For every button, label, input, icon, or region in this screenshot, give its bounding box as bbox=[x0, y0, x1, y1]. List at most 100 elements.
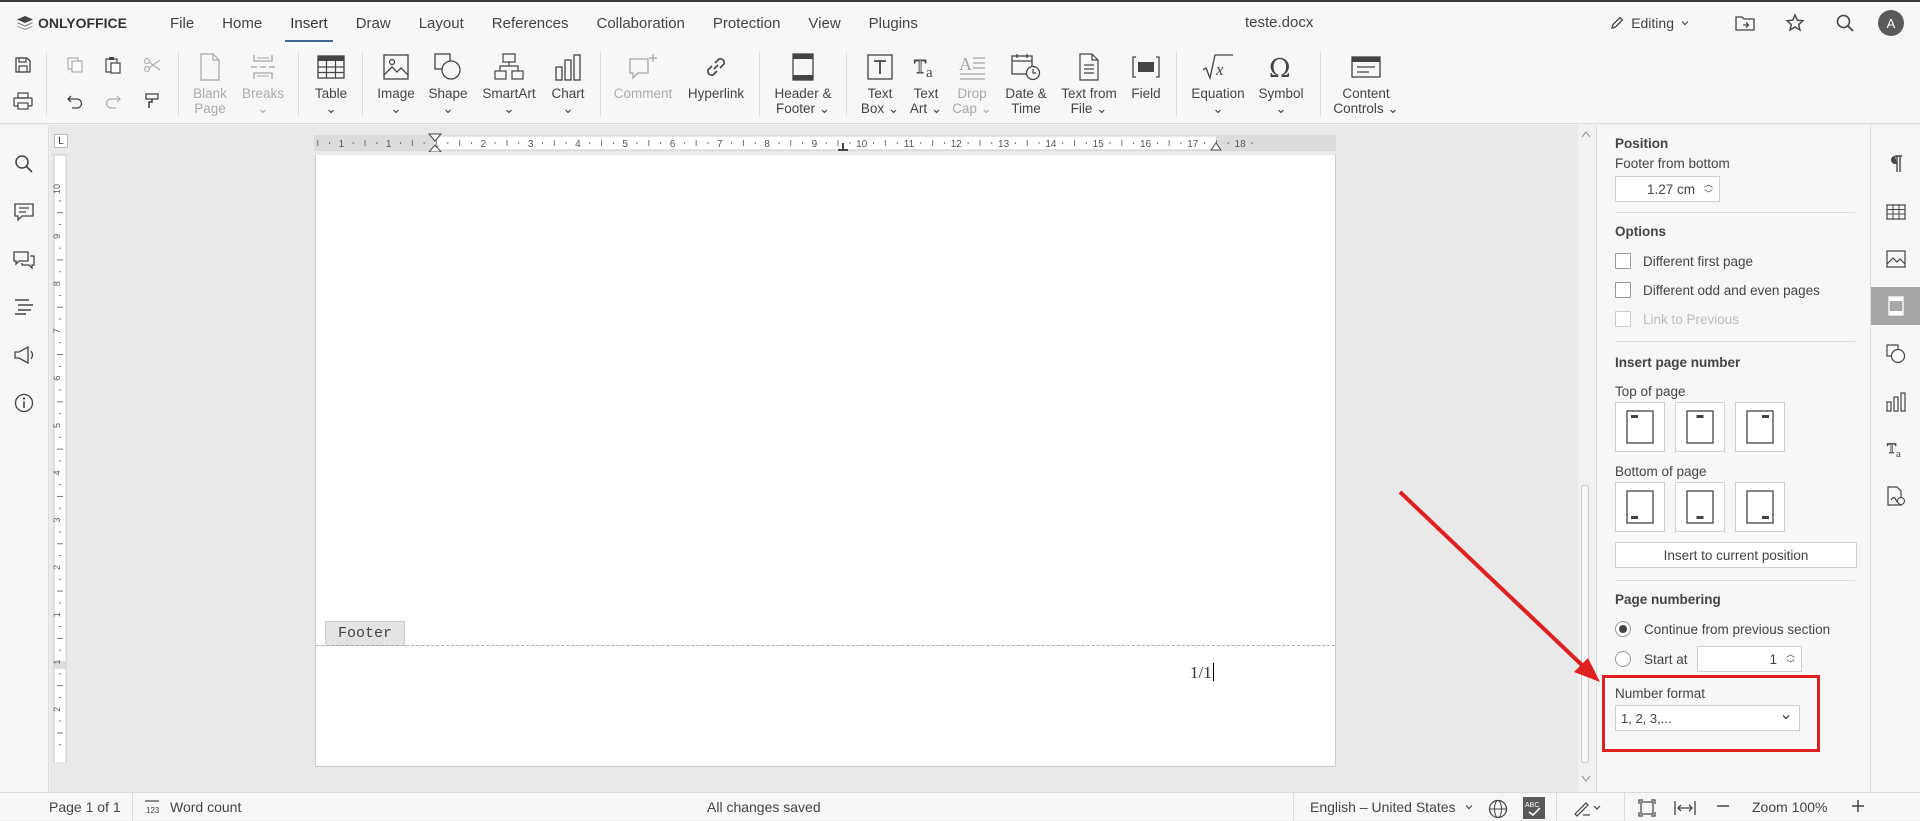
link-to-previous-checkbox[interactable]: Link to Previous bbox=[1615, 311, 1739, 327]
format-painter-icon[interactable] bbox=[137, 86, 167, 116]
hyperlink-button[interactable]: Hyperlink bbox=[685, 50, 747, 101]
top-left-page-number-button[interactable] bbox=[1615, 402, 1665, 452]
redo-icon[interactable] bbox=[98, 86, 128, 116]
zoom-out-icon[interactable] bbox=[1716, 799, 1730, 813]
menu-tab-file[interactable]: File bbox=[156, 2, 208, 44]
header-footer-settings-icon[interactable] bbox=[1871, 287, 1920, 325]
signature-settings-icon[interactable] bbox=[1871, 477, 1920, 515]
shape-button[interactable]: Shape ⌄ bbox=[427, 50, 469, 116]
paragraph-settings-icon[interactable] bbox=[1871, 145, 1920, 183]
favorite-star-icon[interactable] bbox=[1785, 13, 1805, 33]
user-avatar[interactable]: A bbox=[1878, 10, 1904, 36]
content-controls-label: Content bbox=[1342, 86, 1390, 101]
word-count-button[interactable]: 123 Word count bbox=[144, 799, 241, 815]
field-button[interactable]: Field bbox=[1126, 50, 1166, 101]
menu-tab-insert[interactable]: Insert bbox=[276, 2, 342, 44]
menu-tab-view[interactable]: View bbox=[794, 2, 854, 44]
chart-settings-icon[interactable] bbox=[1871, 383, 1920, 421]
table-button[interactable]: Table ⌄ bbox=[310, 50, 352, 116]
page-indicator[interactable]: Page 1 of 1 bbox=[49, 799, 121, 815]
menu-tab-draw[interactable]: Draw bbox=[342, 2, 405, 44]
footer-page-number[interactable]: 1/1 bbox=[1190, 663, 1214, 683]
save-icon[interactable] bbox=[8, 50, 38, 80]
ruler-number: 18 bbox=[1235, 139, 1247, 150]
footer-from-bottom-input[interactable]: 1.27 cm ︿ ﹀ bbox=[1615, 176, 1720, 202]
checkbox-box[interactable] bbox=[1615, 253, 1631, 269]
different-first-page-checkbox[interactable]: Different first page bbox=[1615, 253, 1753, 269]
bottom-right-page-number-button[interactable] bbox=[1735, 482, 1785, 532]
document-page[interactable]: Footer 1/1 bbox=[315, 155, 1336, 767]
comment-button[interactable]: Comment bbox=[612, 50, 674, 101]
scroll-up-arrow-icon[interactable] bbox=[1581, 130, 1591, 138]
navigation-headings-icon[interactable] bbox=[12, 295, 36, 319]
text-box-button[interactable]: Text Box ⌄ bbox=[858, 50, 902, 116]
paste-icon[interactable] bbox=[98, 50, 128, 80]
zoom-level[interactable]: Zoom 100% bbox=[1752, 799, 1827, 815]
radio-circle[interactable] bbox=[1615, 621, 1631, 637]
drop-cap-button[interactable]: A Drop Cap ⌄ bbox=[950, 50, 994, 116]
blank-page-button[interactable]: Blank Page bbox=[190, 50, 230, 116]
feedback-megaphone-icon[interactable] bbox=[12, 343, 36, 367]
search-icon[interactable] bbox=[1835, 13, 1855, 33]
equation-button[interactable]: x Equation ⌄ bbox=[1188, 50, 1248, 116]
fit-to-page-icon[interactable] bbox=[1638, 799, 1656, 817]
shape-settings-icon[interactable] bbox=[1871, 335, 1920, 373]
menu-tab-collaboration[interactable]: Collaboration bbox=[582, 2, 698, 44]
language-selector[interactable]: English – United States bbox=[1310, 799, 1474, 815]
fit-to-width-icon[interactable] bbox=[1674, 799, 1696, 817]
vertical-ruler[interactable]: 10 9 8 7 6 5 4 3 2 1 1 2 bbox=[52, 133, 68, 763]
continue-from-previous-radio[interactable]: Continue from previous section bbox=[1615, 621, 1830, 637]
start-at-radio[interactable]: Start at bbox=[1615, 651, 1688, 667]
content-controls-button[interactable]: Content Controls ⌄ bbox=[1332, 50, 1400, 116]
cut-icon[interactable] bbox=[137, 50, 167, 80]
print-icon[interactable] bbox=[8, 86, 38, 116]
menu-tab-protection[interactable]: Protection bbox=[699, 2, 795, 44]
menu-tab-references[interactable]: References bbox=[478, 2, 583, 44]
track-changes-icon[interactable] bbox=[1573, 799, 1601, 817]
menu-tab-home[interactable]: Home bbox=[208, 2, 276, 44]
scroll-down-arrow-icon[interactable] bbox=[1581, 775, 1591, 783]
checkbox-box[interactable] bbox=[1615, 282, 1631, 298]
chat-icon[interactable] bbox=[12, 248, 36, 272]
page-bottom-left-icon bbox=[1626, 490, 1654, 524]
horizontal-ruler[interactable]: 211123456789101112131415161718 bbox=[314, 132, 1336, 152]
header-footer-button[interactable]: Header & Footer ⌄ bbox=[771, 50, 835, 116]
text-art-button[interactable]: Ta Text Art ⌄ bbox=[908, 50, 944, 116]
table-settings-icon[interactable] bbox=[1871, 193, 1920, 231]
zoom-in-icon[interactable] bbox=[1851, 799, 1865, 813]
date-time-button[interactable]: Date & Time bbox=[1001, 50, 1051, 116]
top-right-page-number-button[interactable] bbox=[1735, 402, 1785, 452]
vertical-scrollbar[interactable] bbox=[1578, 125, 1594, 792]
text-art-settings-icon[interactable]: Ta bbox=[1871, 430, 1920, 468]
checkbox-box[interactable] bbox=[1615, 311, 1631, 327]
comments-icon[interactable] bbox=[12, 200, 36, 224]
radio-circle[interactable] bbox=[1615, 651, 1631, 667]
table-label: Table bbox=[314, 86, 348, 101]
smartart-button[interactable]: SmartArt ⌄ bbox=[479, 50, 539, 116]
start-at-input[interactable]: 1 ︿ ﹀ bbox=[1697, 646, 1802, 672]
search-icon[interactable] bbox=[12, 152, 36, 176]
open-file-location-icon[interactable] bbox=[1735, 13, 1755, 33]
doc-language-globe-icon[interactable] bbox=[1488, 799, 1508, 819]
spell-check-icon[interactable]: ABC bbox=[1523, 797, 1545, 819]
different-odd-even-checkbox[interactable]: Different odd and even pages bbox=[1615, 282, 1820, 298]
text-from-file-button[interactable]: Text from File ⌄ bbox=[1058, 50, 1120, 116]
image-settings-icon[interactable] bbox=[1871, 240, 1920, 278]
about-info-icon[interactable] bbox=[12, 391, 36, 415]
bottom-center-page-number-button[interactable] bbox=[1675, 482, 1725, 532]
chart-button[interactable]: Chart ⌄ bbox=[548, 50, 588, 116]
bottom-left-page-number-button[interactable] bbox=[1615, 482, 1665, 532]
breaks-button[interactable]: Breaks ⌄ bbox=[241, 50, 285, 116]
image-button[interactable]: Image ⌄ bbox=[375, 50, 417, 116]
scrollbar-thumb[interactable] bbox=[1581, 485, 1589, 763]
symbol-button[interactable]: Ω Symbol ⌄ bbox=[1256, 50, 1306, 116]
menu-tab-plugins[interactable]: Plugins bbox=[855, 2, 932, 44]
copy-icon[interactable] bbox=[60, 50, 90, 80]
top-center-page-number-button[interactable] bbox=[1675, 402, 1725, 452]
undo-icon[interactable] bbox=[60, 86, 90, 116]
spinner-arrows-icon[interactable]: ︿ ﹀ bbox=[1704, 179, 1713, 199]
insert-to-current-position-button[interactable]: Insert to current position bbox=[1615, 542, 1857, 568]
editing-mode-button[interactable]: Editing bbox=[1609, 15, 1696, 31]
menu-tab-layout[interactable]: Layout bbox=[405, 2, 478, 44]
spinner-arrows-icon[interactable]: ︿ ﹀ bbox=[1786, 649, 1795, 669]
